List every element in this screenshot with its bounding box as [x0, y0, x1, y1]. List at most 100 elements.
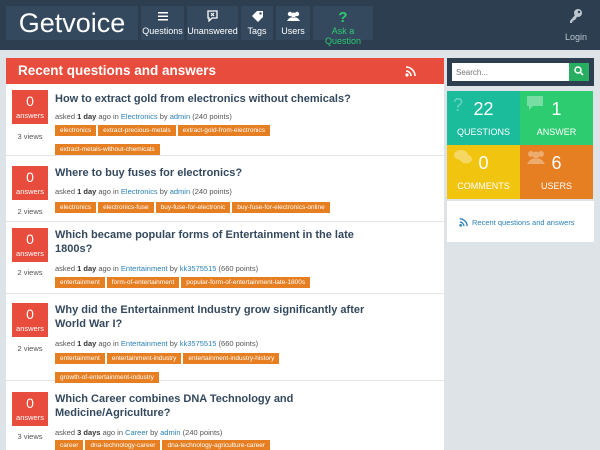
user-link[interactable]: admin — [170, 187, 190, 196]
meta-ago: ago in — [98, 264, 119, 273]
tag[interactable]: buy-fuse-for-electronics-online — [232, 202, 330, 213]
tag[interactable]: entertainment-industry-history — [183, 353, 280, 364]
question-meta: asked 1 day ago in Entertainment by kk35… — [55, 339, 258, 348]
category-link[interactable]: Electronics — [121, 112, 158, 121]
meta-by: by — [169, 339, 178, 348]
tag[interactable]: entertainment — [55, 353, 105, 364]
rss-icon[interactable] — [405, 66, 416, 77]
question-meta: asked 1 day ago in Entertainment by kk35… — [55, 264, 258, 273]
tag[interactable]: entertainment-industry — [106, 353, 182, 364]
nav-unanswered[interactable]: Unanswered — [187, 6, 238, 40]
question-title[interactable]: How to extract gold from electronics wit… — [55, 92, 375, 106]
meta-by: by — [159, 112, 168, 121]
tag-list: career dna-technology-career dna-technolog… — [55, 440, 435, 450]
answer-count-label: answers — [16, 111, 44, 120]
user-link[interactable]: kk3575515 — [180, 264, 217, 273]
tag[interactable]: career — [55, 440, 84, 450]
tag[interactable]: buy-fuse-for-electronic — [155, 202, 231, 213]
search-input[interactable] — [452, 63, 569, 81]
meta-by: by — [159, 187, 168, 196]
site-logo[interactable]: Getvoice — [6, 6, 138, 40]
user-points: (660 points) — [218, 264, 259, 273]
tag[interactable]: popular-form-of-entertainment-late-1800s — [181, 277, 311, 288]
feed-box: Recent questions and answers — [447, 201, 594, 242]
question-title[interactable]: Why did the Entertainment Industry grow … — [55, 303, 365, 331]
nav-ask-question-label: Ask a Question — [324, 26, 362, 46]
question-meta: asked 1 day ago in Electronics by admin … — [55, 187, 232, 196]
tag[interactable]: form-of-entertainment — [106, 277, 180, 288]
category-link[interactable]: Electronics — [121, 187, 158, 196]
search-icon — [574, 66, 584, 76]
stat-questions[interactable]: ? 22 QUESTIONS — [447, 91, 520, 145]
nav-users[interactable]: Users — [276, 6, 310, 40]
user-points: (240 points) — [192, 187, 232, 196]
user-link[interactable]: admin — [160, 428, 180, 437]
questions-panel: Recent questions and answers 0 answers 3… — [6, 58, 444, 450]
answer-count-label: answers — [16, 249, 44, 258]
answer-count: 0 answers — [12, 303, 48, 337]
tag-list: electronics electronics-fuse buy-fuse-for-… — [55, 202, 435, 221]
category-link[interactable]: Entertainment — [121, 264, 168, 273]
feed-link[interactable]: Recent questions and answers — [472, 218, 575, 227]
tag[interactable]: dna-technology-career — [85, 440, 161, 450]
tag[interactable]: electronics — [55, 125, 97, 136]
meta-ago: ago in — [98, 187, 119, 196]
question-meta: asked 3 days ago in Career by admin (240… — [55, 428, 222, 437]
question-item: 0 answers 2 views Which became popular f… — [6, 228, 444, 294]
stat-answers-number: 1 — [551, 99, 562, 119]
meta-asked: asked — [55, 187, 76, 196]
view-count: 3 views — [17, 432, 43, 441]
question-item: 0 answers 3 views Which Career combines … — [6, 392, 444, 450]
nav-questions[interactable]: Questions — [141, 6, 184, 40]
stat-comments[interactable]: 0 COMMENTS — [447, 145, 520, 199]
question-item: 0 answers 2 views Where to buy fuses for… — [6, 166, 444, 222]
stat-answers[interactable]: 1 ANSWER — [520, 91, 593, 145]
question-mark-icon: ? — [338, 9, 348, 26]
search-button[interactable] — [569, 63, 589, 81]
answer-count-label: answers — [16, 413, 44, 422]
nav-unanswered-label: Unanswered — [187, 26, 238, 36]
stat-answers-label: ANSWER — [536, 127, 577, 137]
question-title[interactable]: Which became popular forms of Entertainm… — [55, 228, 355, 256]
stat-comments-number: 0 — [478, 153, 489, 173]
nav-tags[interactable]: Tags — [241, 6, 273, 40]
category-link[interactable]: Entertainment — [121, 339, 168, 348]
rss-icon[interactable] — [459, 218, 468, 227]
user-link[interactable]: kk3575515 — [180, 339, 217, 348]
view-count: 2 views — [17, 344, 43, 353]
view-count: 2 views — [17, 268, 43, 277]
user-points: (660 points) — [218, 339, 259, 348]
search-box — [447, 58, 594, 86]
nav-questions-label: Questions — [142, 26, 183, 36]
question-title[interactable]: Which Career combines DNA Technology and… — [55, 392, 335, 420]
meta-by: by — [169, 264, 178, 273]
meta-when: 1 day — [77, 187, 97, 196]
meta-ago: ago in — [98, 339, 119, 348]
user-points: (240 points) — [192, 112, 232, 121]
tag[interactable]: dna-technology-agriculture-career — [162, 440, 271, 450]
category-link[interactable]: Career — [125, 428, 148, 437]
nav-users-label: Users — [281, 26, 305, 36]
tag[interactable]: electronics — [55, 202, 97, 213]
meta-when: 1 day — [77, 112, 97, 121]
answer-count-number: 0 — [26, 306, 34, 322]
tag[interactable]: extract-metals-without-chemicals — [55, 144, 160, 155]
tag[interactable]: electronics-fuse — [98, 202, 154, 213]
top-navbar: Getvoice Questions Unanswered Tags Users… — [0, 0, 600, 50]
meta-asked: asked — [55, 339, 76, 348]
stat-questions-number: 22 — [473, 99, 494, 119]
stat-users[interactable]: 6 USERS — [520, 145, 593, 199]
view-count: 2 views — [17, 207, 43, 216]
users-icon — [276, 6, 310, 26]
tag[interactable]: extract-precious-metals — [98, 125, 176, 136]
meta-when: 3 days — [77, 428, 101, 437]
tag[interactable]: entertainment — [55, 277, 105, 288]
meta-ago: ago in — [102, 428, 123, 437]
nav-ask-question[interactable]: ? Ask a Question — [313, 6, 373, 46]
login-button[interactable]: Login — [558, 6, 594, 46]
question-title[interactable]: Where to buy fuses for electronics? — [55, 166, 375, 180]
user-link[interactable]: admin — [170, 112, 190, 121]
tag[interactable]: extract-gold-from-electronics — [177, 125, 270, 136]
tag[interactable]: growth-of-entertainment-industry — [55, 372, 159, 383]
unanswered-icon — [187, 6, 238, 26]
